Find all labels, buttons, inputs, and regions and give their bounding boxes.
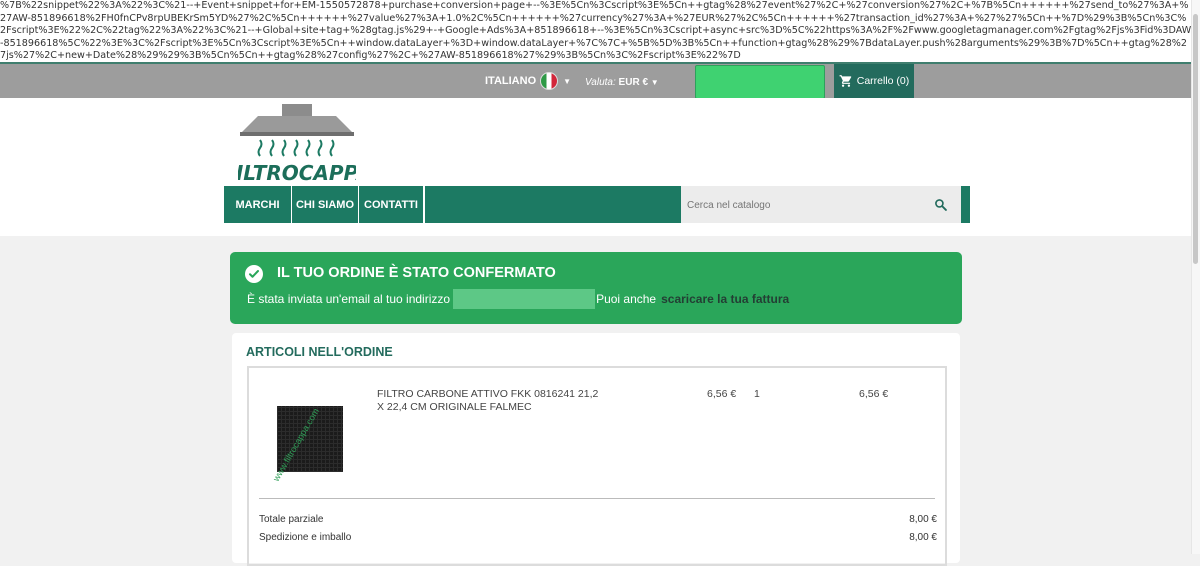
cart-button[interactable]: Carrello (0) [834, 64, 914, 98]
search-input[interactable] [681, 186, 929, 225]
site-header: FILTROCAPPA MARCHI CHI SIAMO CONTATTI [0, 98, 1192, 236]
order-confirmation-banner: IL TUO ORDINE È STATO CONFERMATO È stata… [230, 252, 962, 324]
check-circle-icon [245, 265, 263, 283]
nav-divider [424, 186, 425, 223]
summary-value: 8,00 € [909, 514, 937, 525]
summary-value: 8,00 € [909, 532, 937, 543]
order-items-heading: ARTICOLI NELL'ORDINE [246, 345, 393, 359]
logo-text: FILTROCAPPA [238, 161, 356, 184]
download-invoice-link[interactable]: scaricare la tua fattura [661, 292, 789, 306]
scrollbar-thumb[interactable] [1193, 14, 1198, 264]
currency-label: Valuta: [585, 77, 616, 88]
product-name: FILTRO CARBONE ATTIVO FKK 0816241 21,2 X… [377, 388, 599, 413]
chevron-down-icon: ▼ [563, 76, 572, 86]
cart-label: Carrello (0) [856, 75, 910, 87]
summary-label: Totale parziale [259, 514, 324, 525]
nav-item-marchi[interactable]: MARCHI [224, 186, 292, 223]
top-bar: ITALIANO ▼ Valuta: EUR € ▼ Carrello (0) [0, 62, 1192, 99]
nav-item-chi-siamo[interactable]: CHI SIAMO [292, 186, 359, 223]
chevron-down-icon: ▼ [650, 78, 659, 87]
account-button-redacted[interactable] [695, 65, 825, 99]
currency-selector[interactable]: Valuta: EUR € ▼ [585, 77, 659, 88]
leaked-tracking-script: %7B%22snippet%22%3A%22%3C%21--+Event+sni… [0, 0, 1192, 62]
product-total: 6,56 € [859, 388, 889, 400]
confirmation-message-after: Puoi anche [596, 292, 657, 306]
nav-item-contatti[interactable]: CONTATTI [359, 186, 424, 223]
confirmation-message: È stata inviata un'email al tuo indirizz… [247, 289, 789, 309]
main-nav: MARCHI CHI SIAMO CONTATTI [224, 186, 970, 225]
confirmation-message-text: È stata inviata un'email al tuo indirizz… [247, 292, 451, 306]
cart-icon [839, 75, 851, 87]
email-redacted [453, 289, 596, 309]
search-icon[interactable] [934, 198, 947, 211]
product-unit-price: 6,56 € [707, 388, 737, 400]
search-box [681, 186, 961, 225]
italy-flag-icon [540, 72, 559, 90]
site-logo[interactable]: FILTROCAPPA [222, 104, 372, 185]
divider [259, 498, 935, 499]
order-item-card: www.filtrocappa.com FILTRO CARBONE ATTIV… [247, 366, 947, 566]
order-items-panel: ARTICOLI NELL'ORDINE www.filtrocappa.com… [232, 333, 960, 566]
language-label: ITALIANO [485, 75, 537, 87]
language-selector[interactable]: ITALIANO ▼ [485, 72, 571, 90]
product-quantity: 1 [754, 388, 760, 400]
confirmation-title: IL TUO ORDINE È STATO CONFERMATO [277, 265, 556, 281]
page-scrollbar[interactable] [1191, 0, 1200, 554]
filtrocappa-logo-icon: FILTROCAPPA [222, 104, 372, 185]
currency-value: EUR € [618, 77, 648, 88]
summary-label: Spedizione e imballo [259, 532, 352, 543]
